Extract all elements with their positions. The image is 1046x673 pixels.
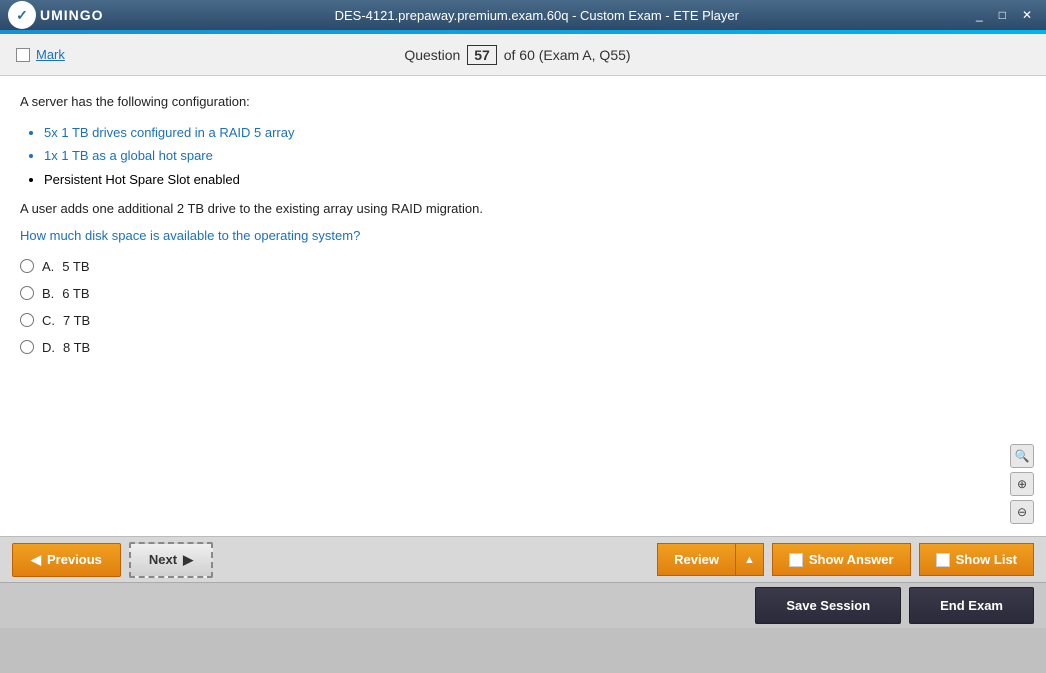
show-answer-label: Show Answer [809, 552, 894, 567]
save-session-button[interactable]: Save Session [755, 587, 901, 624]
review-dropdown-button[interactable]: ▲ [736, 543, 764, 576]
next-arrow-icon: ▶ [183, 552, 193, 568]
answer-option-d: D. 8 TB [20, 340, 1026, 355]
end-exam-button[interactable]: End Exam [909, 587, 1034, 624]
review-label: Review [674, 552, 719, 567]
maximize-button[interactable]: □ [993, 6, 1012, 24]
mark-label[interactable]: Mark [36, 47, 65, 62]
bottom-action-bar: Save Session End Exam [0, 582, 1046, 628]
main-content: A server has the following configuration… [0, 76, 1046, 536]
question-additional: A user adds one additional 2 TB drive to… [20, 199, 1026, 220]
zoom-controls: 🔍 ⊕ ⊖ [1010, 444, 1034, 524]
zoom-in-button[interactable]: ⊕ [1010, 472, 1034, 496]
show-answer-button[interactable]: Show Answer [772, 543, 911, 576]
answer-option-a: A. 5 TB [20, 259, 1026, 274]
show-list-checkbox-icon [936, 553, 950, 567]
question-prompt: How much disk space is available to the … [20, 228, 1026, 243]
review-dropdown-icon: ▲ [744, 554, 755, 566]
bullet-item-3: Persistent Hot Spare Slot enabled [44, 168, 1026, 191]
logo-text: UMINGO [40, 7, 104, 23]
next-label: Next [149, 552, 177, 567]
label-a: A. [42, 259, 54, 274]
bullet-item-2: 1x 1 TB as a global hot spare [44, 144, 1026, 167]
previous-label: Previous [47, 552, 102, 567]
label-c: C. [42, 313, 55, 328]
question-intro: A server has the following configuration… [20, 92, 1026, 113]
question-num-box: 57 [467, 45, 497, 65]
window-controls: _ □ ✕ [970, 6, 1038, 24]
previous-button[interactable]: ◀ Previous [12, 543, 121, 577]
radio-a[interactable] [20, 259, 34, 273]
window-title: DES-4121.prepaway.premium.exam.60q - Cus… [104, 8, 970, 23]
answer-option-c: C. 7 TB [20, 313, 1026, 328]
show-answer-checkbox-icon [789, 553, 803, 567]
title-bar-left: ✓ UMINGO [8, 1, 104, 29]
value-d: 8 TB [63, 340, 90, 355]
question-header: Mark Question 57 of 60 (Exam A, Q55) [0, 34, 1046, 76]
bottom-toolbar: ◀ Previous Next ▶ Review ▲ Show Answer S… [0, 536, 1046, 582]
prev-arrow-icon: ◀ [31, 552, 41, 568]
label-d: D. [42, 340, 55, 355]
review-group: Review ▲ [657, 543, 764, 576]
answer-options: A. 5 TB B. 6 TB C. 7 TB D. 8 TB [20, 259, 1026, 355]
close-button[interactable]: ✕ [1016, 6, 1038, 24]
question-label: Question [404, 47, 460, 63]
bullet-list: 5x 1 TB drives configured in a RAID 5 ar… [44, 121, 1026, 191]
label-b: B. [42, 286, 54, 301]
next-button[interactable]: Next ▶ [129, 542, 213, 578]
search-icon[interactable]: 🔍 [1010, 444, 1034, 468]
show-list-label: Show List [956, 552, 1017, 567]
review-button[interactable]: Review [657, 543, 736, 576]
value-b: 6 TB [62, 286, 89, 301]
logo-checkmark: ✓ [16, 7, 28, 24]
show-list-button[interactable]: Show List [919, 543, 1034, 576]
radio-b[interactable] [20, 286, 34, 300]
zoom-out-button[interactable]: ⊖ [1010, 500, 1034, 524]
mark-area: Mark [16, 47, 65, 62]
mark-checkbox[interactable] [16, 48, 30, 62]
bullet-item-1: 5x 1 TB drives configured in a RAID 5 ar… [44, 121, 1026, 144]
value-c: 7 TB [63, 313, 90, 328]
question-number-display: Question 57 of 60 (Exam A, Q55) [404, 45, 630, 65]
radio-d[interactable] [20, 340, 34, 354]
question-of: of 60 (Exam A, Q55) [504, 47, 631, 63]
radio-c[interactable] [20, 313, 34, 327]
answer-option-b: B. 6 TB [20, 286, 1026, 301]
value-a: 5 TB [62, 259, 89, 274]
end-exam-label: End Exam [940, 598, 1003, 613]
minimize-button[interactable]: _ [970, 6, 989, 24]
logo: ✓ UMINGO [8, 1, 104, 29]
title-bar: ✓ UMINGO DES-4121.prepaway.premium.exam.… [0, 0, 1046, 30]
save-session-label: Save Session [786, 598, 870, 613]
logo-icon: ✓ [8, 1, 36, 29]
